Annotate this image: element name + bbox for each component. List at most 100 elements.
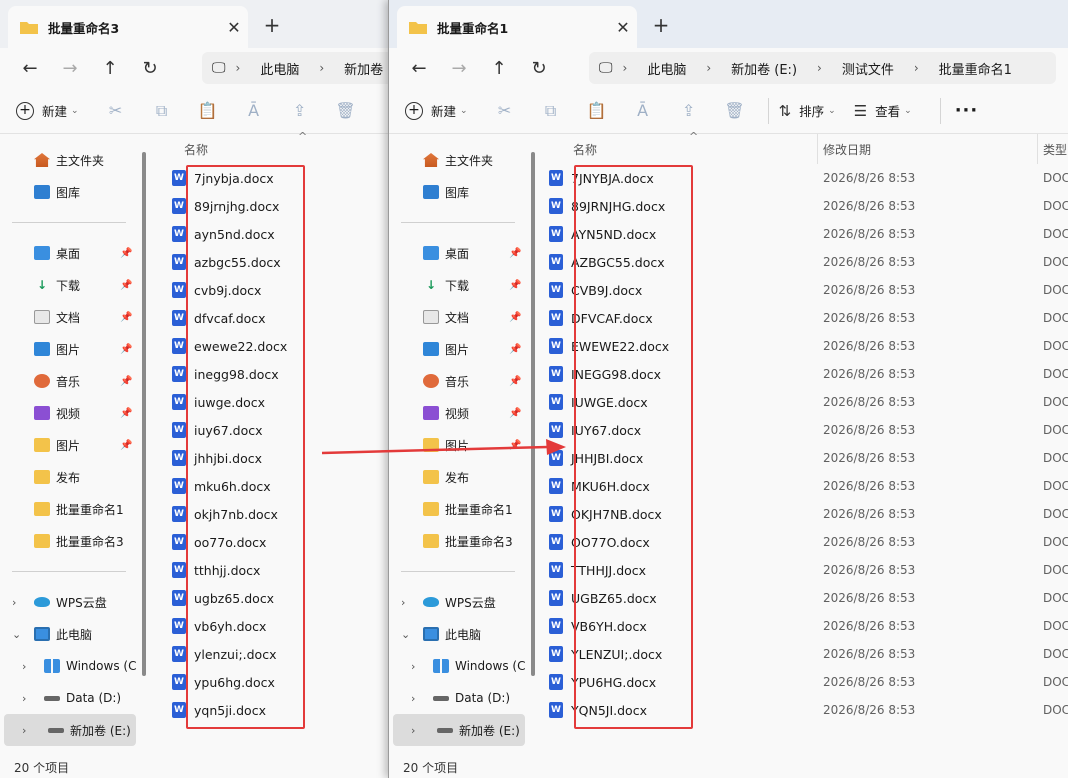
file-row[interactable]: W 7jnybja.docx bbox=[150, 164, 391, 192]
scrollbar[interactable] bbox=[531, 152, 535, 676]
pin-icon[interactable]: 📌 bbox=[120, 312, 132, 323]
file-row[interactable]: W EWEWE22.docx 2026/8/26 8:53 DOC bbox=[541, 332, 1068, 360]
breadcrumb-item[interactable]: 测试文件 bbox=[842, 59, 894, 78]
sidebar-item-gallery[interactable]: 图库 bbox=[0, 176, 140, 208]
sidebar-item-pinned[interactable]: 桌面 📌 bbox=[389, 237, 529, 269]
sidebar-tree-item[interactable]: › WPS云盘 bbox=[0, 586, 140, 618]
sidebar-item-pinned[interactable]: 桌面 📌 bbox=[0, 237, 140, 269]
file-row[interactable]: Wylenzui;.docx bbox=[150, 640, 391, 668]
delete-icon[interactable]: 🗑 bbox=[712, 101, 758, 120]
sidebar-item-pinned[interactable]: 批量重命名3 bbox=[0, 525, 140, 557]
sidebar-item-pinned[interactable]: 视频 📌 bbox=[389, 397, 529, 429]
tab-active[interactable]: 批量重命名1 ✕ bbox=[397, 6, 637, 48]
pin-icon[interactable]: 📌 bbox=[509, 344, 521, 355]
chevron-icon[interactable]: › bbox=[22, 724, 26, 737]
more-options-button[interactable]: ··· bbox=[955, 100, 979, 121]
chevron-icon[interactable]: › bbox=[401, 596, 405, 609]
pin-icon[interactable]: 📌 bbox=[120, 248, 132, 259]
paste-icon[interactable]: 📋 bbox=[185, 101, 231, 120]
sidebar-item-pinned[interactable]: ↓ 下载 📌 bbox=[0, 269, 140, 301]
file-row[interactable]: Wcvb9j.docx bbox=[150, 276, 391, 304]
sidebar-tree-item[interactable]: › Windows (C bbox=[389, 650, 529, 682]
back-icon[interactable]: ← bbox=[10, 52, 50, 84]
sidebar-tree-item[interactable]: › WPS云盘 bbox=[389, 586, 529, 618]
sidebar-tree-item[interactable]: ⌄ 此电脑 bbox=[389, 618, 529, 650]
file-row[interactable]: W CVB9J.docx 2026/8/26 8:53 DOC bbox=[541, 276, 1068, 304]
back-icon[interactable]: ← bbox=[399, 52, 439, 84]
file-row[interactable]: Wokjh7nb.docx bbox=[150, 500, 391, 528]
pin-icon[interactable]: 📌 bbox=[509, 408, 521, 419]
pin-icon[interactable]: 📌 bbox=[509, 312, 521, 323]
file-row[interactable]: W VB6YH.docx 2026/8/26 8:53 DOC bbox=[541, 612, 1068, 640]
file-row[interactable]: W OKJH7NB.docx 2026/8/26 8:53 DOC bbox=[541, 500, 1068, 528]
file-row[interactable]: W INEGG98.docx 2026/8/26 8:53 DOC bbox=[541, 360, 1068, 388]
file-row[interactable]: W TTHHJJ.docx 2026/8/26 8:53 DOC bbox=[541, 556, 1068, 584]
refresh-icon[interactable]: ↻ bbox=[519, 52, 559, 84]
file-row[interactable]: W IUWGE.docx 2026/8/26 8:53 DOC bbox=[541, 388, 1068, 416]
copy-icon[interactable]: ⧉ bbox=[528, 101, 574, 121]
share-icon[interactable]: ⇪ bbox=[277, 101, 323, 120]
sidebar-item-pinned[interactable]: 图片 📌 bbox=[389, 429, 529, 461]
forward-icon[interactable]: → bbox=[50, 52, 90, 84]
tab-active[interactable]: 批量重命名3 ✕ bbox=[8, 6, 248, 48]
rename-icon[interactable]: Ā bbox=[620, 101, 666, 120]
sidebar-item-pinned[interactable]: 图片 📌 bbox=[0, 333, 140, 365]
column-header-name[interactable]: ^ 名称 bbox=[150, 130, 391, 164]
file-row[interactable]: Wiuwge.docx bbox=[150, 388, 391, 416]
file-row[interactable]: W 89jrnjhg.docx bbox=[150, 192, 391, 220]
forward-icon[interactable]: → bbox=[439, 52, 479, 84]
pin-icon[interactable]: 📌 bbox=[509, 248, 521, 259]
sidebar-item-pinned[interactable]: 文档 📌 bbox=[0, 301, 140, 333]
pin-icon[interactable]: 📌 bbox=[509, 280, 521, 291]
sort-button[interactable]: ⇅ 排序 ⌄ bbox=[779, 101, 836, 120]
chevron-icon[interactable]: ⌄ bbox=[12, 628, 21, 641]
up-icon[interactable]: ↑ bbox=[90, 52, 130, 84]
file-row[interactable]: W OO77O.docx 2026/8/26 8:53 DOC bbox=[541, 528, 1068, 556]
sidebar-tree-item[interactable]: › 新加卷 (E:) bbox=[4, 714, 136, 746]
plus-icon[interactable]: + bbox=[258, 12, 286, 40]
sidebar-item-pinned[interactable]: 图片 📌 bbox=[389, 333, 529, 365]
column-header-type[interactable]: 类型 bbox=[1043, 141, 1067, 158]
file-row[interactable]: W 7JNYBJA.docx 2026/8/26 8:53 DOC bbox=[541, 164, 1068, 192]
cut-icon[interactable]: ✂ bbox=[93, 101, 139, 120]
sidebar-item-pinned[interactable]: 批量重命名3 bbox=[389, 525, 529, 557]
sidebar-item-pinned[interactable]: 音乐 📌 bbox=[0, 365, 140, 397]
paste-icon[interactable]: 📋 bbox=[574, 101, 620, 120]
rename-icon[interactable]: Ā bbox=[231, 101, 277, 120]
breadcrumb-item[interactable]: 新加卷 bbox=[344, 59, 383, 78]
chevron-icon[interactable]: › bbox=[411, 660, 415, 673]
address-bar[interactable]: 🖵 › 此电脑 › 新加卷 bbox=[202, 52, 391, 84]
pin-icon[interactable]: 📌 bbox=[120, 344, 132, 355]
file-row[interactable]: W DFVCAF.docx 2026/8/26 8:53 DOC bbox=[541, 304, 1068, 332]
copy-icon[interactable]: ⧉ bbox=[139, 101, 185, 121]
sidebar-item-pinned[interactable]: 视频 📌 bbox=[0, 397, 140, 429]
pin-icon[interactable]: 📌 bbox=[120, 440, 132, 451]
file-row[interactable]: W IUY67.docx 2026/8/26 8:53 DOC bbox=[541, 416, 1068, 444]
scrollbar[interactable] bbox=[142, 152, 146, 676]
sidebar-item-pinned[interactable]: 图片 📌 bbox=[0, 429, 140, 461]
sidebar-item-home[interactable]: 主文件夹 bbox=[0, 144, 140, 176]
sidebar-item-pinned[interactable]: 音乐 📌 bbox=[389, 365, 529, 397]
close-icon[interactable]: ✕ bbox=[220, 18, 248, 37]
pin-icon[interactable]: 📌 bbox=[120, 280, 132, 291]
file-row[interactable]: W AYN5ND.docx 2026/8/26 8:53 DOC bbox=[541, 220, 1068, 248]
sidebar-item-pinned[interactable]: ↓ 下载 📌 bbox=[389, 269, 529, 301]
delete-icon[interactable]: 🗑 bbox=[323, 101, 369, 120]
chevron-icon[interactable]: › bbox=[12, 596, 16, 609]
close-icon[interactable]: ✕ bbox=[609, 18, 637, 37]
share-icon[interactable]: ⇪ bbox=[666, 101, 712, 120]
column-divider[interactable] bbox=[1037, 134, 1038, 164]
chevron-icon[interactable]: › bbox=[22, 660, 26, 673]
file-row[interactable]: W 89JRNJHG.docx 2026/8/26 8:53 DOC bbox=[541, 192, 1068, 220]
file-row[interactable]: Woo77o.docx bbox=[150, 528, 391, 556]
file-row[interactable]: Wjhhjbi.docx bbox=[150, 444, 391, 472]
sidebar-item-home[interactable]: 主文件夹 bbox=[389, 144, 529, 176]
plus-icon[interactable]: + bbox=[647, 12, 675, 40]
cut-icon[interactable]: ✂ bbox=[482, 101, 528, 120]
file-row[interactable]: Wdfvcaf.docx bbox=[150, 304, 391, 332]
breadcrumb-item[interactable]: 此电脑 bbox=[647, 59, 686, 78]
file-row[interactable]: W YPU6HG.docx 2026/8/26 8:53 DOC bbox=[541, 668, 1068, 696]
address-bar[interactable]: 🖵 › 此电脑 › 新加卷 (E:) › 测试文件 › 批量重命名1 bbox=[589, 52, 1056, 84]
file-row[interactable]: Wypu6hg.docx bbox=[150, 668, 391, 696]
chevron-icon[interactable]: ⌄ bbox=[401, 628, 410, 641]
